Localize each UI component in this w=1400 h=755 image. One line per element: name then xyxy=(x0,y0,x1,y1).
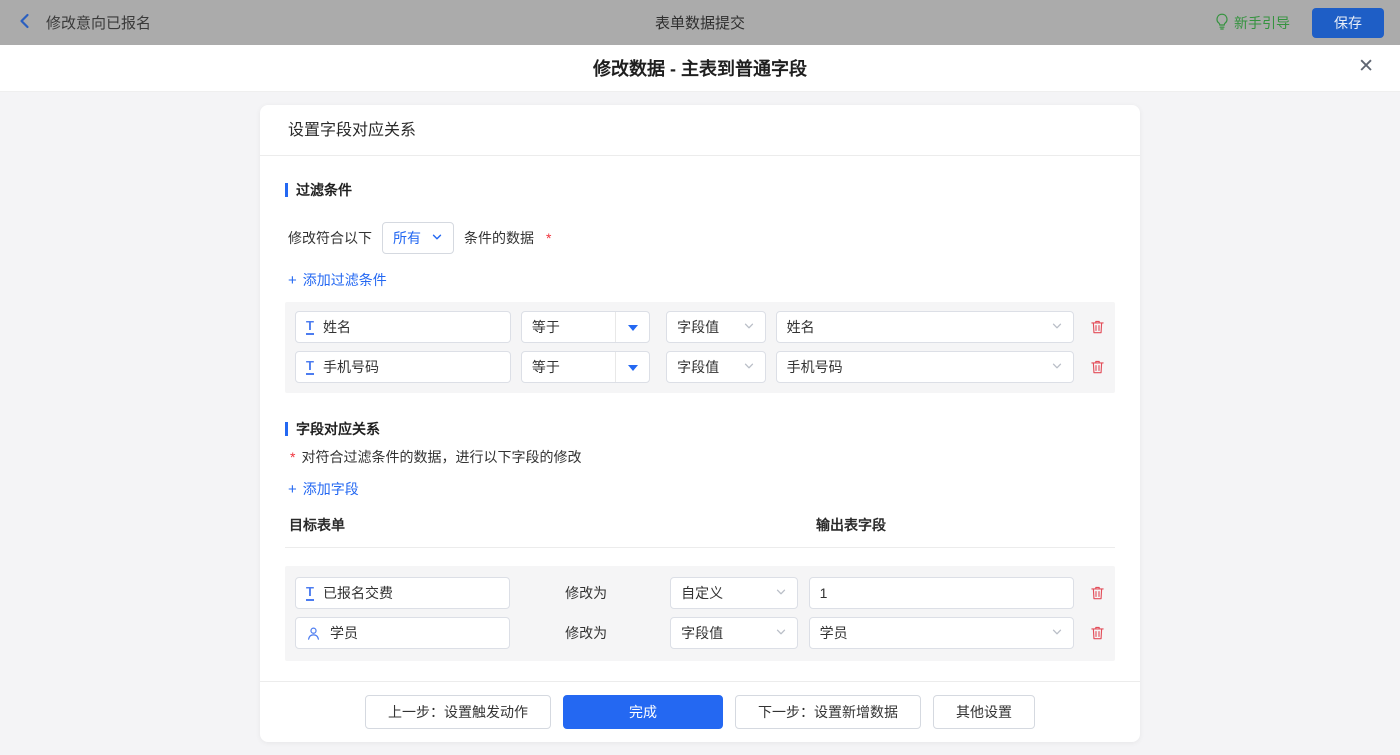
chevron-down-icon xyxy=(1051,625,1063,641)
done-button[interactable]: 完成 xyxy=(563,695,723,729)
close-icon[interactable]: ✕ xyxy=(1358,57,1374,76)
card-footer: 上一步：设置触发动作 完成 下一步：设置新增数据 其他设置 xyxy=(260,681,1140,742)
modify-to-label: 修改为 xyxy=(510,583,670,603)
filter-row: T 手机号码 等于 字段值 手机号码 xyxy=(295,351,1105,383)
filter-field-input[interactable]: T 手机号码 xyxy=(295,351,511,383)
back-button[interactable] xyxy=(16,12,34,33)
required-asterisk: * xyxy=(546,230,551,246)
add-field-link[interactable]: + 添加字段 xyxy=(288,479,359,499)
text-field-icon: T xyxy=(306,585,314,601)
filter-section-title: 过滤条件 xyxy=(285,180,1115,200)
mapping-row: 学员 修改为 字段值 学员 xyxy=(295,617,1105,649)
chevron-down-icon xyxy=(775,625,787,641)
mapping-description-text: 对符合过滤条件的数据，进行以下字段的修改 xyxy=(301,447,581,467)
filter-value-type: 字段值 xyxy=(677,317,719,337)
filter-value-type: 字段值 xyxy=(677,357,719,377)
newbie-guide-link[interactable]: 新手引导 xyxy=(1215,13,1290,33)
filter-value-select[interactable]: 姓名 xyxy=(776,311,1074,343)
modify-to-label: 修改为 xyxy=(510,623,670,643)
mapping-table-header: 目标表单 输出表字段 xyxy=(285,511,1115,548)
trash-icon[interactable] xyxy=(1090,625,1105,641)
column-header-target-form: 目标表单 xyxy=(285,515,816,535)
modal-title: 修改数据 - 主表到普通字段 xyxy=(593,55,807,81)
filter-field-input[interactable]: T 姓名 xyxy=(295,311,511,343)
section-accent-bar xyxy=(285,422,288,436)
add-filter-condition-label: 添加过滤条件 xyxy=(303,270,387,290)
trash-icon[interactable] xyxy=(1090,359,1105,375)
mapping-mode-select[interactable]: 自定义 xyxy=(670,577,797,609)
chevron-down-icon xyxy=(1051,359,1063,375)
settings-card: 设置字段对应关系 过滤条件 修改符合以下 所有 条件的数据 * xyxy=(260,105,1140,742)
add-field-label: 添加字段 xyxy=(303,479,359,499)
match-mode-select[interactable]: 所有 xyxy=(382,222,454,254)
modal-header: 修改数据 - 主表到普通字段 ✕ xyxy=(0,45,1400,92)
prev-step-button[interactable]: 上一步：设置触发动作 xyxy=(365,695,551,729)
filter-row: T 姓名 等于 字段值 姓名 xyxy=(295,311,1105,343)
filter-value-type-select[interactable]: 字段值 xyxy=(666,351,766,383)
mapping-mode-value: 字段值 xyxy=(681,623,723,643)
add-filter-condition-link[interactable]: + 添加过滤条件 xyxy=(288,270,387,290)
filter-value-select[interactable]: 手机号码 xyxy=(776,351,1074,383)
mapping-field-name: 学员 xyxy=(330,623,358,643)
filter-match-row: 修改符合以下 所有 条件的数据 * xyxy=(288,222,1112,254)
filter-field-name: 手机号码 xyxy=(323,357,379,377)
chevron-left-icon xyxy=(16,12,34,33)
match-prefix-label: 修改符合以下 xyxy=(288,228,372,248)
filter-operator-value: 等于 xyxy=(522,357,615,377)
card-body: 过滤条件 修改符合以下 所有 条件的数据 * + 添加过滤条件 xyxy=(260,156,1140,681)
filter-value: 手机号码 xyxy=(787,357,843,377)
bulb-icon xyxy=(1215,13,1229,33)
next-step-button[interactable]: 下一步：设置新增数据 xyxy=(735,695,921,729)
mapping-section-title-text: 字段对应关系 xyxy=(296,419,380,439)
filter-operator-select[interactable]: 等于 xyxy=(521,311,650,343)
modal-body-backdrop: 设置字段对应关系 过滤条件 修改符合以下 所有 条件的数据 * xyxy=(0,92,1400,755)
column-header-output-field: 输出表字段 xyxy=(816,515,886,535)
plus-icon: + xyxy=(288,481,297,498)
mapping-description: * 对符合过滤条件的数据，进行以下字段的修改 xyxy=(288,447,1112,467)
mapping-value-select[interactable]: 学员 xyxy=(809,617,1074,649)
text-field-icon: T xyxy=(306,319,314,335)
caret-down-icon[interactable] xyxy=(615,312,649,342)
custom-value-input[interactable] xyxy=(809,577,1074,609)
filter-operator-value: 等于 xyxy=(522,317,615,337)
mapping-value: 学员 xyxy=(820,623,848,643)
match-suffix-label: 条件的数据 xyxy=(464,228,534,248)
chevron-down-icon xyxy=(743,319,755,335)
mapping-field-input[interactable]: T 已报名交费 xyxy=(295,577,510,609)
newbie-guide-label: 新手引导 xyxy=(1234,13,1290,33)
filter-field-name: 姓名 xyxy=(323,317,351,337)
topbar: 修改意向已报名 表单数据提交 新手引导 保存 xyxy=(0,0,1400,45)
mapping-rows-band: T 已报名交费 修改为 自定义 xyxy=(285,566,1115,661)
mapping-field-input[interactable]: 学员 xyxy=(295,617,510,649)
card-title: 设置字段对应关系 xyxy=(260,105,1140,156)
other-settings-button[interactable]: 其他设置 xyxy=(933,695,1035,729)
plus-icon: + xyxy=(288,272,297,289)
filter-value-type-select[interactable]: 字段值 xyxy=(666,311,766,343)
flow-name: 修改意向已报名 xyxy=(46,12,151,33)
filter-value: 姓名 xyxy=(787,317,815,337)
mapping-section-title: 字段对应关系 xyxy=(285,419,1115,439)
caret-down-icon[interactable] xyxy=(615,352,649,382)
match-mode-value: 所有 xyxy=(393,228,421,248)
filter-operator-select[interactable]: 等于 xyxy=(521,351,650,383)
filter-rows-band: T 姓名 等于 字段值 姓名 xyxy=(285,302,1115,393)
mapping-field-name: 已报名交费 xyxy=(323,583,393,603)
chevron-down-icon xyxy=(1051,319,1063,335)
mapping-row: T 已报名交费 修改为 自定义 xyxy=(295,577,1105,609)
trash-icon[interactable] xyxy=(1090,585,1105,601)
chevron-down-icon xyxy=(431,230,443,246)
mapping-mode-select[interactable]: 字段值 xyxy=(670,617,797,649)
chevron-down-icon xyxy=(743,359,755,375)
save-button[interactable]: 保存 xyxy=(1312,8,1384,38)
trash-icon[interactable] xyxy=(1090,319,1105,335)
mapping-mode-value: 自定义 xyxy=(681,583,723,603)
required-asterisk: * xyxy=(290,449,295,465)
page-title: 表单数据提交 xyxy=(336,12,1064,33)
text-field-icon: T xyxy=(306,359,314,375)
filter-section-title-text: 过滤条件 xyxy=(296,180,352,200)
person-icon xyxy=(306,626,321,641)
section-accent-bar xyxy=(285,183,288,197)
chevron-down-icon xyxy=(775,585,787,601)
